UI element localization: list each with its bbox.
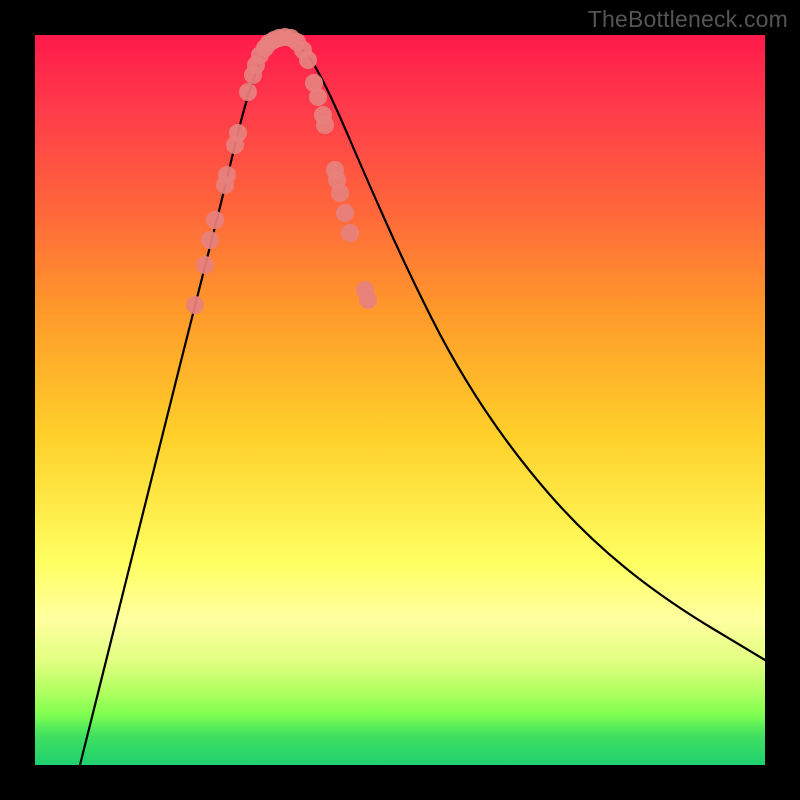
benchmark-point	[336, 204, 354, 222]
benchmark-point	[206, 211, 224, 229]
watermark-text: TheBottleneck.com	[588, 6, 788, 33]
benchmark-point	[341, 224, 359, 242]
benchmark-point	[359, 291, 377, 309]
benchmark-point	[309, 88, 327, 106]
benchmark-point	[239, 83, 257, 101]
benchmark-markers	[186, 28, 377, 314]
benchmark-point	[316, 116, 334, 134]
benchmark-point	[229, 124, 247, 142]
benchmark-point	[218, 166, 236, 184]
benchmark-point	[186, 296, 204, 314]
benchmark-point	[196, 256, 214, 274]
bottleneck-curve	[80, 41, 765, 765]
plot-area	[35, 35, 765, 765]
benchmark-point	[201, 231, 219, 249]
chart-svg	[35, 35, 765, 765]
benchmark-point	[331, 184, 349, 202]
benchmark-point	[299, 51, 317, 69]
